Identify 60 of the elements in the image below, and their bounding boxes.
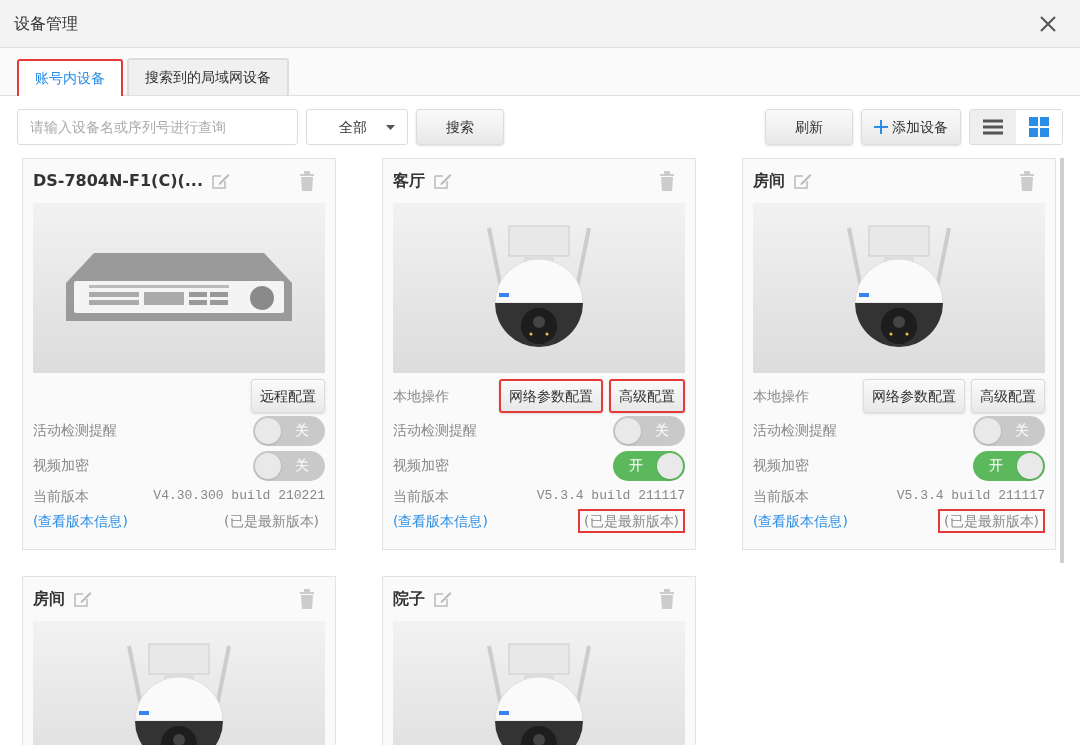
- version-number: V5.3.4 build 211117: [536, 487, 685, 506]
- setting-label: 活动检测提醒: [393, 421, 477, 440]
- trash-icon[interactable]: [659, 171, 675, 191]
- device-name: 院子: [393, 588, 425, 610]
- toggle-knob: [615, 417, 641, 444]
- local-ops-label: 本地操作: [753, 386, 809, 406]
- grid-icon: [1029, 117, 1049, 137]
- device-name: 房间: [753, 170, 785, 192]
- edit-icon[interactable]: [793, 172, 813, 190]
- update-status: (已是最新版本): [938, 509, 1045, 533]
- edit-icon[interactable]: [211, 172, 231, 190]
- add-device-button[interactable]: 添加设备: [861, 109, 961, 145]
- window-title: 设备管理: [14, 12, 78, 35]
- tab[interactable]: 搜索到的局域网设备: [127, 58, 289, 95]
- toggle-label: 开: [628, 456, 644, 475]
- config-button[interactable]: 远程配置: [251, 379, 325, 413]
- setting-label: 活动检测提醒: [33, 421, 117, 440]
- trash-icon[interactable]: [1019, 171, 1035, 191]
- device-name: DS-7804N-F1(C)(...: [33, 170, 203, 192]
- toggle-knob: [1017, 452, 1043, 479]
- local-ops-label: 本地操作: [393, 386, 449, 406]
- config-button[interactable]: 网络参数配置: [863, 379, 965, 413]
- close-icon[interactable]: [1040, 15, 1056, 32]
- toggle-knob: [657, 452, 683, 479]
- setting-label: 活动检测提醒: [753, 421, 837, 440]
- edit-icon[interactable]: [73, 590, 93, 608]
- tab[interactable]: 账号内设备: [17, 59, 123, 96]
- config-button[interactable]: 高级配置: [609, 379, 685, 413]
- toggle-knob: [975, 417, 1001, 444]
- list-view-button[interactable]: [970, 110, 1016, 144]
- setting-label: 视频加密: [33, 456, 89, 475]
- device-name: 房间: [33, 588, 65, 610]
- list-icon: [983, 119, 1003, 135]
- version-label: 当前版本: [753, 486, 809, 506]
- setting-label: 视频加密: [393, 456, 449, 475]
- trash-icon[interactable]: [299, 589, 315, 609]
- trash-icon[interactable]: [659, 589, 675, 609]
- caret-icon: [386, 124, 395, 130]
- version-number: V4.30.300 build 210221: [153, 487, 325, 506]
- version-number: V5.3.4 build 211117: [896, 487, 1045, 506]
- update-status: (已是最新版本): [223, 512, 320, 531]
- toggle-label: 开: [988, 456, 1004, 475]
- refresh-button[interactable]: 刷新: [765, 109, 853, 145]
- filter-dropdown[interactable]: 全部: [306, 109, 408, 145]
- toggle-knob: [255, 417, 281, 444]
- config-button[interactable]: 高级配置: [971, 379, 1045, 413]
- toggle-knob: [255, 452, 281, 479]
- version-label: 当前版本: [33, 486, 89, 506]
- edit-icon[interactable]: [433, 590, 453, 608]
- edit-icon[interactable]: [433, 172, 453, 190]
- setting-label: 视频加密: [753, 456, 809, 475]
- version-label: 当前版本: [393, 486, 449, 506]
- config-button[interactable]: 网络参数配置: [499, 379, 603, 413]
- update-status: (已是最新版本): [578, 509, 685, 533]
- device-name: 客厅: [393, 170, 425, 192]
- trash-icon[interactable]: [299, 171, 315, 191]
- search-field[interactable]: 请输入设备名或序列号进行查询: [17, 109, 298, 145]
- plus-icon: [874, 120, 888, 134]
- search-button[interactable]: 搜索: [416, 109, 504, 145]
- scrollbar[interactable]: [1060, 158, 1064, 563]
